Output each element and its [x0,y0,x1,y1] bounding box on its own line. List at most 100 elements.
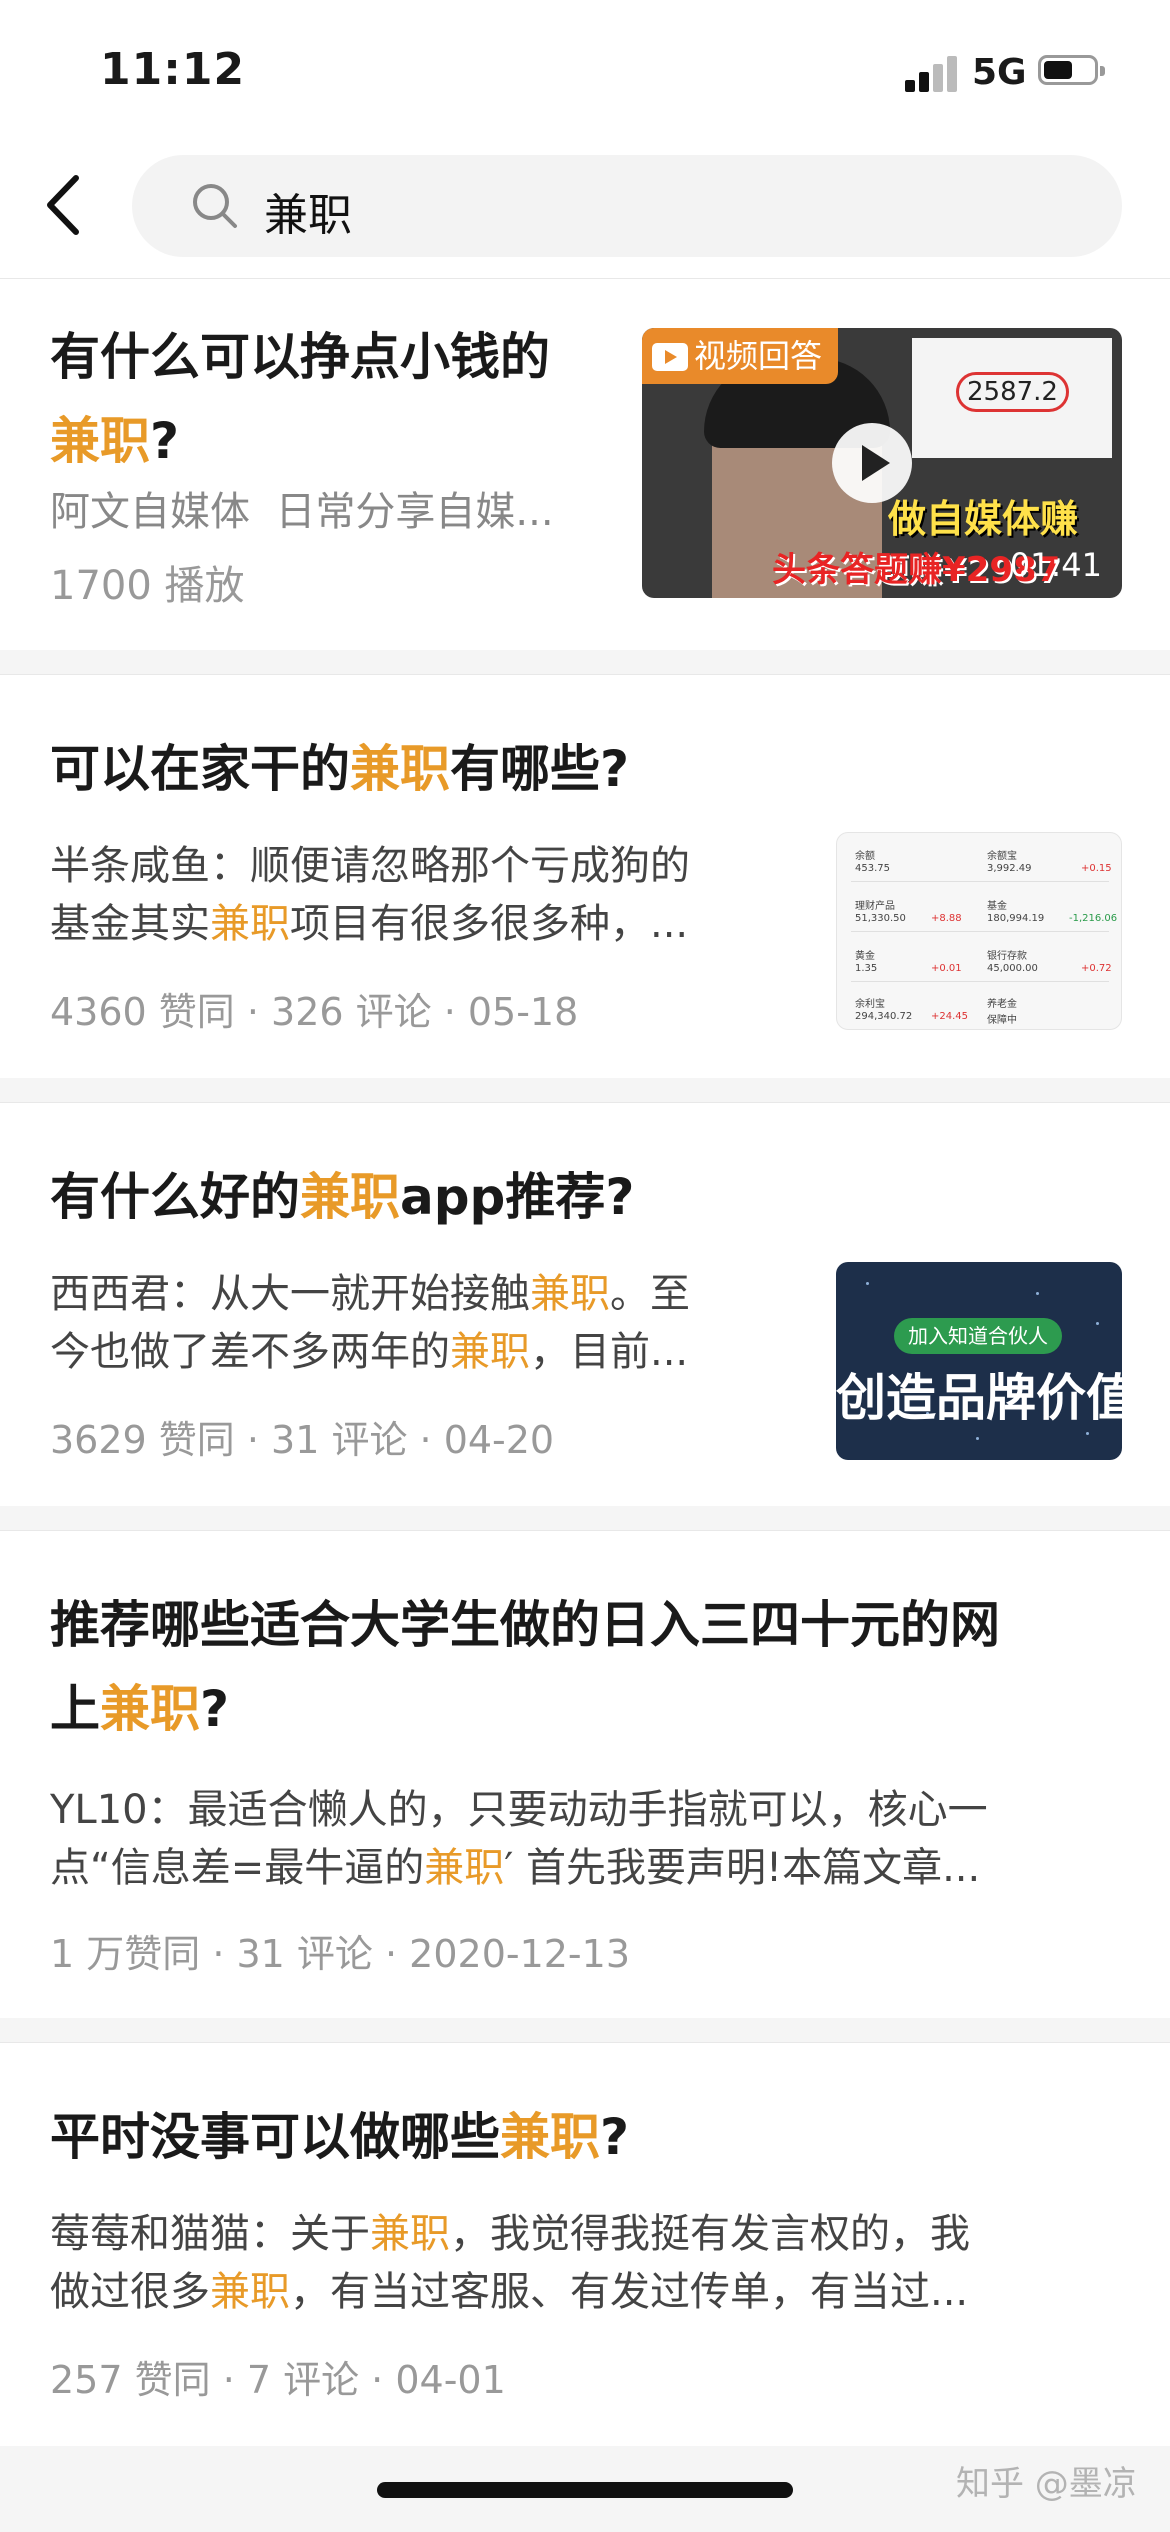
excerpt-text-end: ，目前... [530,1329,689,1375]
result-excerpt: 半条咸鱼：顺便请忽略那个亏成狗的 基金其实兼职项目有很多很多种，... [50,837,810,953]
sheet-cell: 余额宝 [987,851,1017,862]
excerpt-text: 基金其实 [50,901,210,947]
divider [0,2018,1170,2042]
status-bar: 11:12 5G [0,0,1170,140]
sheet-cell: -1,216.06 [1069,913,1118,924]
video-answer-badge: 视频回答 [642,328,839,384]
sheet-cell: +0.72 [1081,963,1112,974]
sheet-cell: 3,992.49 [987,863,1032,874]
excerpt-highlight: 兼职 [210,901,290,947]
author-name: 阿文自媒体 [50,489,250,535]
excerpt-line: 半条咸鱼：顺便请忽略那个亏成狗的 [50,843,690,889]
sheet-cell: +0.01 [931,963,962,974]
title-text-end: ? [200,1680,230,1738]
sheet-cell: +8.88 [931,913,962,924]
excerpt-text: 西西君：从大一就开始接触 [50,1271,530,1317]
result-title[interactable]: 可以在家干的兼职有哪些? [50,727,629,811]
result-title[interactable]: 推荐哪些适合大学生做的日入三四十元的网 上兼职? [50,1583,1130,1751]
title-text: 可以在家干的 [50,740,350,798]
video-icon [652,343,688,371]
video-author: 阿文自媒体 日常分享自媒... [50,483,554,541]
play-count: 1700 播放 [50,563,245,609]
title-text-end: ? [600,2108,630,2166]
status-time: 11:12 [100,44,246,95]
title-text-end: ? [150,412,180,470]
excerpt-text: 做过很多 [50,2269,210,2315]
search-query: 兼职 [264,190,352,241]
sheet-cell: 养老金 [987,999,1017,1010]
sheet-cell: 1.35 [855,963,878,974]
result-card[interactable]: 推荐哪些适合大学生做的日入三四十元的网 上兼职? YL10：最适合懒人的，只要动… [0,1530,1170,2019]
title-highlight: 兼职 [300,1168,400,1226]
excerpt-text: 莓莓和猫猫：关于 [50,2211,370,2257]
sheet-cell: 基金 [987,901,1007,912]
result-title[interactable]: 平时没事可以做哪些兼职? [50,2095,629,2179]
search-icon [193,184,237,228]
sheet-cell: 453.75 [855,863,890,874]
sheet-cell: 理财产品 [855,901,895,912]
result-meta: 1 万赞同 · 31 评论 · 2020-12-13 [50,1932,631,1976]
sheet-cell: 51,330.50 [855,913,906,924]
chevron-left-icon [47,175,79,235]
title-highlight: 兼职 [500,2108,600,2166]
title-text: 平时没事可以做哪些 [50,2108,500,2166]
video-duration: 01:41 [1009,546,1102,584]
badge-label: 视频回答 [694,337,823,375]
title-text: 推荐哪些适合大学生做的日入三四十元的网 [50,1596,1000,1654]
title-highlight: 兼职 [100,1680,200,1738]
title-text: 有什么好的 [50,1168,300,1226]
result-excerpt: 西西君：从大一就开始接触兼职。至 今也做了差不多两年的兼职，目前... [50,1265,810,1381]
search-input[interactable]: 兼职 [132,155,1122,257]
result-card[interactable]: 平时没事可以做哪些兼职? 莓莓和猫猫：关于兼职，我觉得我挺有发言权的，我 做过很… [0,2042,1170,2447]
sheet-cell: +0.15 [1081,863,1112,874]
excerpt-highlight: 兼职 [530,1271,610,1317]
title-text: 有什么可以挣点小钱的 [50,328,550,386]
divider [0,1078,1170,1102]
excerpt-highlight: 兼职 [424,1845,505,1891]
network-type: 5G [972,52,1027,93]
result-excerpt: 莓莓和猫猫：关于兼职，我觉得我挺有发言权的，我 做过很多兼职，有当过客服、有发过… [50,2205,1130,2321]
excerpt-line: YL10：最适合懒人的，只要动动手指就可以，核心一 [50,1787,988,1833]
promo-pill: 加入知道合伙人 [894,1318,1062,1354]
sheet-cell: 180,994.19 [987,913,1045,924]
excerpt-highlight: 兼职 [450,1329,530,1375]
author-desc: 日常分享自媒... [275,489,554,535]
signal-icon [905,52,961,92]
title-text: 上 [50,1680,100,1738]
excerpt-text-end: ，有当过客服、有发过传单，有当过... [290,2269,969,2315]
video-thumbnail[interactable]: 2587.2 视频回答 做自媒体赚 头条答题赚¥2987 01:41 [642,328,1122,598]
sheet-cell: 45,000.00 [987,963,1038,974]
thumbnail-number: 2587.2 [956,372,1069,412]
divider [0,650,1170,674]
sheet-cell: +24.45 [931,1011,969,1022]
result-meta: 3629 赞同 · 31 评论 · 04-20 [50,1418,555,1462]
title-text-end: 有哪些? [450,740,630,798]
excerpt-text: 点“信息差=最牛逼的 [50,1845,425,1891]
home-indicator[interactable] [377,2482,793,2498]
excerpt-text-end: ′ 首先我要声明!本篇文章... [504,1845,981,1891]
excerpt-highlight: 兼职 [370,2211,450,2257]
result-meta: 4360 赞同 · 326 评论 · 05-18 [50,990,579,1034]
result-meta: 257 赞同 · 7 评论 · 04-01 [50,2358,506,2402]
back-button[interactable] [40,170,100,240]
result-thumbnail[interactable]: 余额 余额宝 453.75 3,992.49 +0.15 理财产品 基金 51,330.50 +… [836,832,1122,1030]
title-highlight: 兼职 [50,412,150,470]
sheet-cell: 保障中 [987,1015,1017,1026]
excerpt-text: 今也做了差不多两年的 [50,1329,450,1375]
excerpt-highlight: 兼职 [210,2269,290,2315]
thumbnail-paper: 2587.2 [912,338,1112,458]
result-title[interactable]: 有什么可以挣点小钱的 兼职? [50,315,630,483]
title-text-end: app推荐? [400,1168,635,1226]
excerpt-text-end: 。至 [610,1271,690,1317]
thumbnail-caption-1: 做自媒体赚 [888,497,1079,541]
sheet-cell: 黄金 [855,951,875,962]
sheet-cell: 余额 [855,851,875,862]
result-thumbnail[interactable]: 加入知道合伙人 创造品牌价值 [836,1262,1122,1460]
divider [0,1506,1170,1530]
sheet-cell: 余利宝 [855,999,885,1010]
battery-icon [1038,55,1105,85]
sheet-cell: 294,340.72 [855,1011,913,1022]
result-title[interactable]: 有什么好的兼职app推荐? [50,1155,634,1239]
title-highlight: 兼职 [350,740,450,798]
result-excerpt: YL10：最适合懒人的，只要动动手指就可以，核心一 点“信息差=最牛逼的兼职′ … [50,1781,1130,1897]
